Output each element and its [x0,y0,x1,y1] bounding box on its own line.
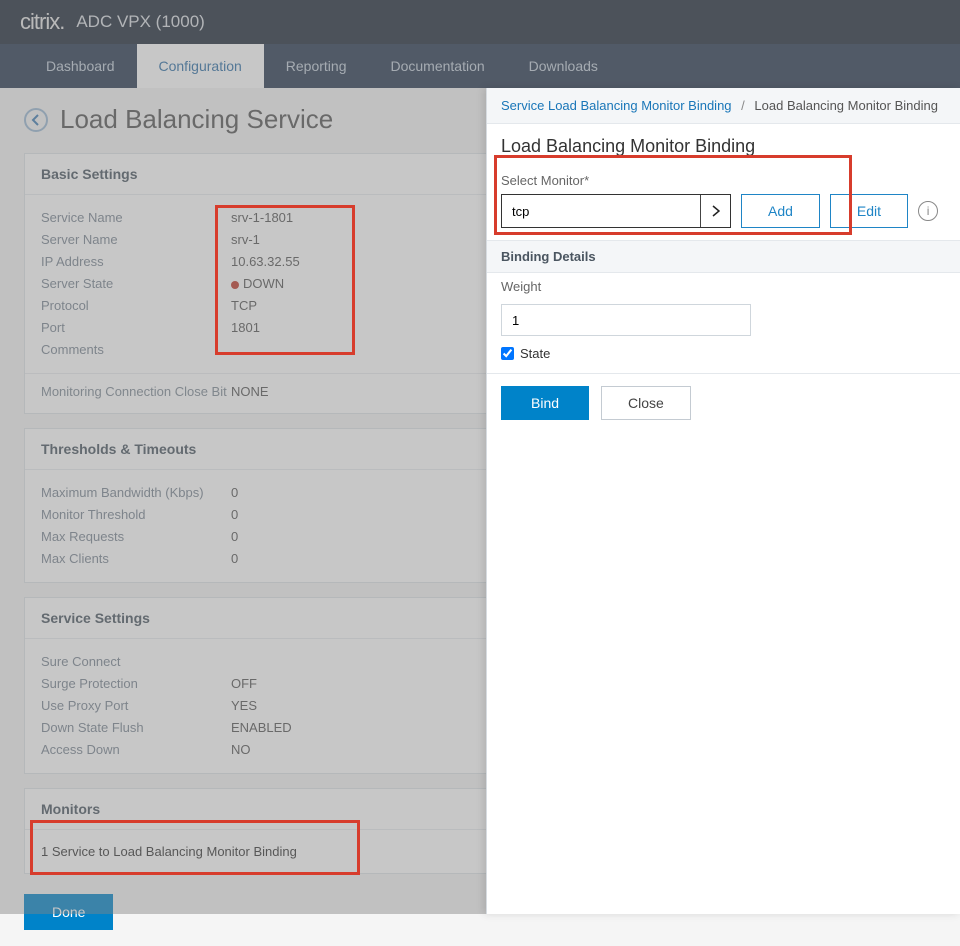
add-button[interactable]: Add [741,194,820,228]
value-mon-close-bit: NONE [231,384,269,399]
label-ip-address: IP Address [41,251,231,273]
value-mon-threshold: 0 [231,504,238,526]
main-tabs: Dashboard Configuration Reporting Docume… [0,44,960,88]
label-service-name: Service Name [41,207,231,229]
value-port: 1801 [231,317,260,339]
value-server-state: DOWN [231,273,284,295]
chevron-right-icon[interactable] [700,195,730,227]
value-server-name: srv-1 [231,229,260,251]
label-comments: Comments [41,339,231,361]
value-service-name: srv-1-1801 [231,207,293,229]
breadcrumb: Service Load Balancing Monitor Binding /… [487,88,960,124]
label-down-state-flush: Down State Flush [41,717,231,739]
label-port: Port [41,317,231,339]
value-max-clients: 0 [231,548,238,570]
breadcrumb-current: Load Balancing Monitor Binding [754,98,938,113]
label-mon-close-bit: Monitoring Connection Close Bit [41,384,231,399]
back-icon[interactable] [24,108,48,132]
value-surge-protection: OFF [231,673,257,695]
label-max-bandwidth: Maximum Bandwidth (Kbps) [41,482,231,504]
info-icon[interactable]: i [918,201,938,221]
breadcrumb-separator: / [741,98,745,113]
tab-dashboard[interactable]: Dashboard [24,44,137,88]
label-max-requests: Max Requests [41,526,231,548]
value-access-down: NO [231,739,251,761]
state-checkbox[interactable] [501,347,514,360]
close-button[interactable]: Close [601,386,691,420]
done-button[interactable]: Done [24,894,113,930]
bind-button[interactable]: Bind [501,386,589,420]
product-name: ADC VPX (1000) [76,12,205,32]
value-down-state-flush: ENABLED [231,717,292,739]
label-use-proxy-port: Use Proxy Port [41,695,231,717]
value-max-requests: 0 [231,526,238,548]
weight-label: Weight [501,279,946,294]
value-use-proxy-port: YES [231,695,257,717]
weight-input[interactable] [501,304,751,336]
label-surge-protection: Surge Protection [41,673,231,695]
value-max-bandwidth: 0 [231,482,238,504]
tab-configuration[interactable]: Configuration [137,44,264,88]
label-server-name: Server Name [41,229,231,251]
tab-documentation[interactable]: Documentation [368,44,506,88]
select-monitor-input[interactable] [502,195,700,227]
label-server-state: Server State [41,273,231,295]
value-ip-address: 10.63.32.55 [231,251,300,273]
side-panel-title: Load Balancing Monitor Binding [487,124,960,167]
tab-reporting[interactable]: Reporting [264,44,369,88]
breadcrumb-link-parent[interactable]: Service Load Balancing Monitor Binding [501,98,732,113]
label-mon-threshold: Monitor Threshold [41,504,231,526]
brand-logo: citrix. [20,9,64,35]
side-panel-monitor-binding: Service Load Balancing Monitor Binding /… [486,88,960,914]
label-access-down: Access Down [41,739,231,761]
select-monitor-label: Select Monitor* [501,173,946,188]
edit-button[interactable]: Edit [830,194,908,228]
label-protocol: Protocol [41,295,231,317]
binding-details-header: Binding Details [487,240,960,273]
label-sure-connect: Sure Connect [41,651,231,673]
top-bar: citrix. ADC VPX (1000) [0,0,960,44]
value-protocol: TCP [231,295,257,317]
label-max-clients: Max Clients [41,548,231,570]
select-monitor-box[interactable] [501,194,731,228]
tab-downloads[interactable]: Downloads [507,44,620,88]
state-label: State [520,346,550,361]
page-title: Load Balancing Service [60,104,333,135]
